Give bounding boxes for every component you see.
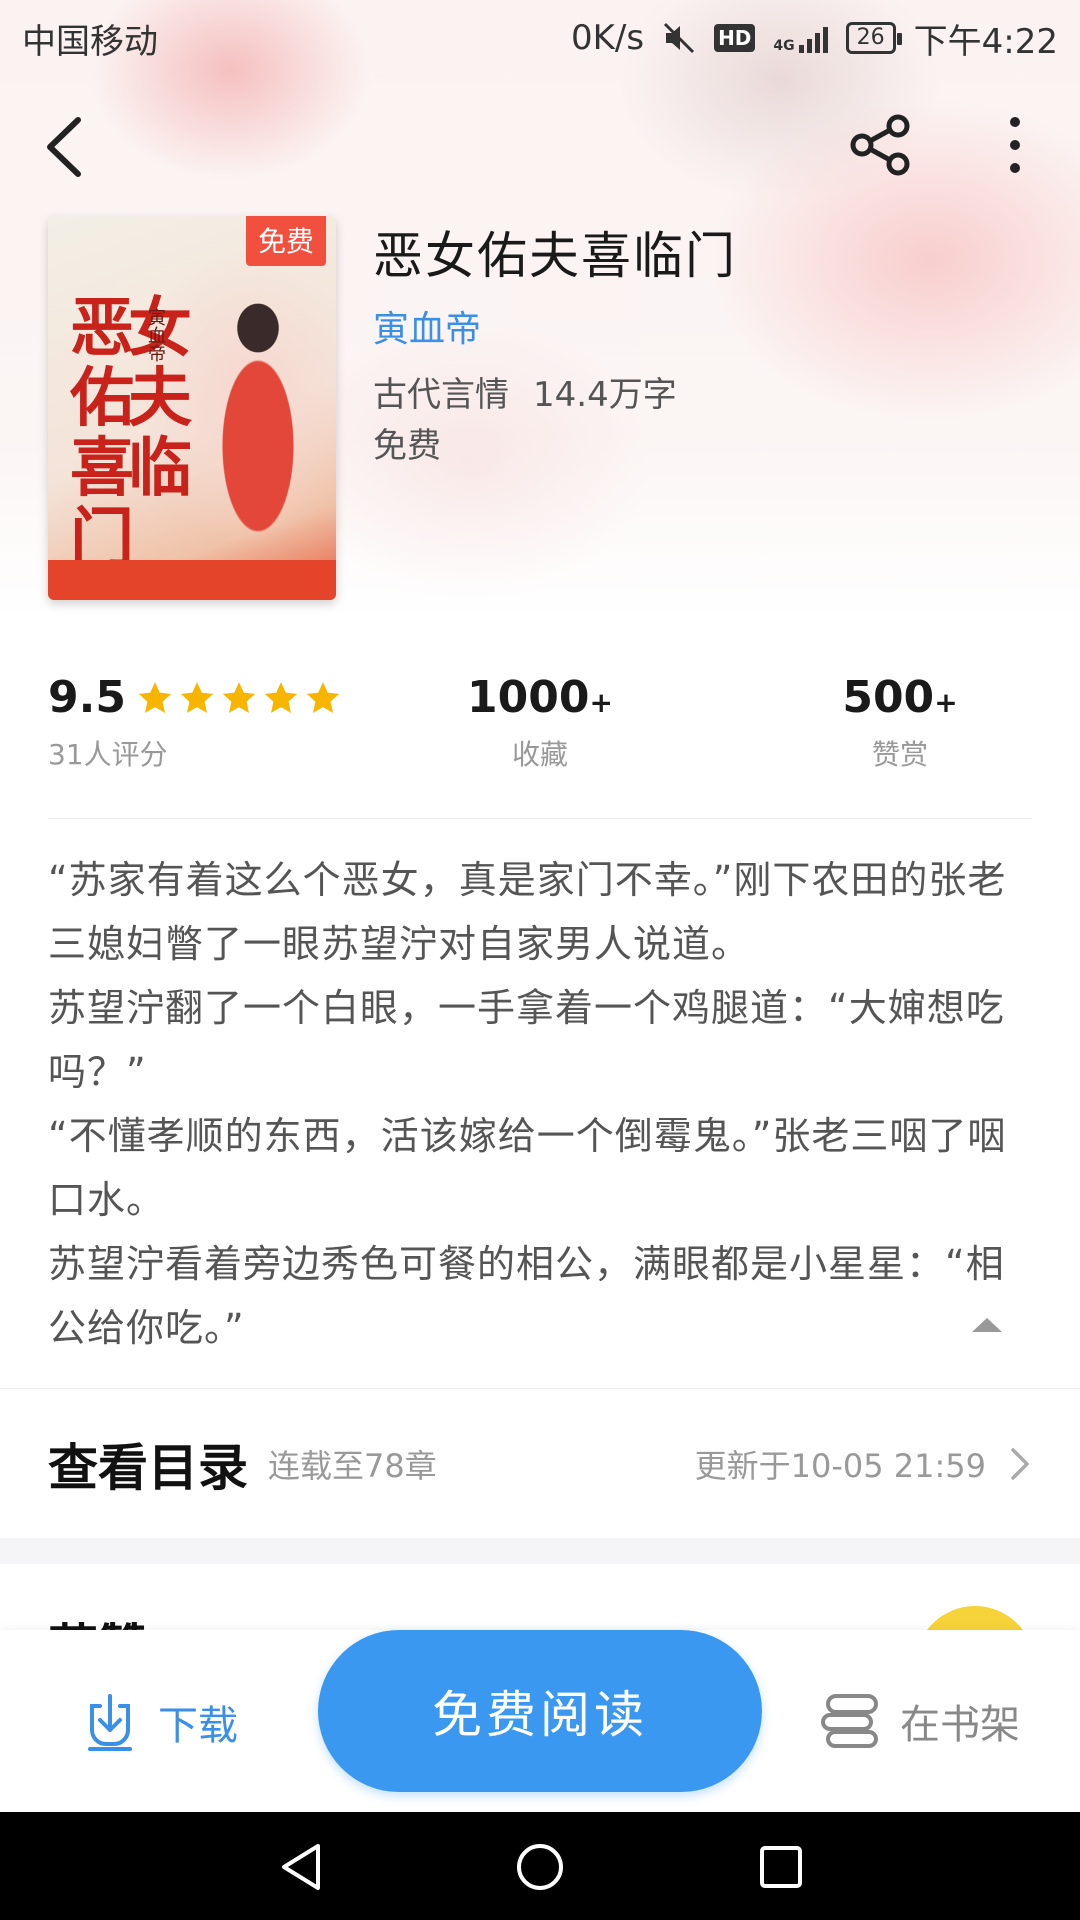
book-category: 古代言情 [373,375,509,415]
rating-score: 9.5 [48,672,126,723]
bookshelf-label: 在书架 [900,1702,1020,1748]
signal-icon [798,23,828,53]
rewards-block: 500+ 赞赏 [830,672,970,773]
divider [0,1388,1080,1389]
favorites-count: 1000 [467,672,590,723]
clock: 下午4:22 [913,21,1058,62]
share-icon[interactable] [848,112,914,178]
rating-stars [136,679,342,717]
intro-paragraph: 苏望泞看着旁边秀色可餐的相公，满眼都是小星星：“相公给你吃。” [48,1242,1005,1350]
next-section-title: 获赞 [48,1608,148,1632]
nav-back-icon[interactable] [278,1842,328,1892]
cover-footer [48,560,336,600]
bookshelf-icon [821,1694,878,1748]
intro-paragraph: “苏家有着这么个恶女，真是家门不幸。”刚下农田的张老三媳妇瞥了一眼苏望泞对自家男… [48,858,1007,966]
cover-title: 恶女佑夫喜临门 [70,291,192,576]
star-icon [222,681,256,713]
rewards-suffix: + [934,686,958,719]
carrier-label: 中国移动 [22,21,158,62]
intro-paragraph: 苏望泞翻了一个白眼，一手拿着一个鸡腿道：“大婶想吃吗？” [48,986,1005,1094]
book-title: 恶女佑夫喜临门 [373,227,737,285]
star-icon [306,681,340,713]
battery-icon: 26 [845,22,902,54]
cover-illustration [208,276,308,536]
more-icon[interactable] [990,112,1040,178]
toc-title: 查看目录 [48,1438,248,1497]
download-button[interactable]: 下载 [84,1692,238,1752]
network-speed: 0K/s [570,18,645,58]
toc-update-time: 更新于10-05 21:59 [694,1447,986,1485]
favorites-block: 1000+ 收藏 [460,672,620,773]
author-link[interactable]: 寅血帝 [373,300,481,352]
book-meta: 古代言情 14.4万字 [373,367,677,416]
collapse-arrow-icon[interactable] [972,1316,1002,1332]
mute-icon [664,22,695,54]
favorites-suffix: + [589,686,613,719]
rewards-label: 赞赏 [871,738,928,771]
book-cover[interactable]: 恶女佑夫喜临门 寅血帝 免费 [48,216,336,600]
free-read-button[interactable]: 免费阅读 [318,1630,762,1792]
toc-serial-status: 连载至78章 [268,1447,437,1485]
star-icon [138,681,172,713]
toc-row[interactable]: 查看目录 连载至78章 更新于10-05 21:59 [0,1390,1080,1538]
rating-count: 31人评分 [48,738,168,771]
nav-home-icon[interactable] [515,1842,565,1892]
star-icon [180,681,214,713]
divider [48,818,1032,819]
status-bar: 中国移动 0K/s HD 4G 26 下午4:22 [0,0,1080,76]
rewards-count: 500 [842,672,935,723]
download-icon [88,1694,132,1751]
rating-block[interactable]: 9.5 31人评分 [48,672,342,773]
hd-badge: HD [714,24,756,52]
star-icon [264,681,298,713]
word-count: 14.4万字 [533,375,677,415]
free-tag: 免费 [245,216,326,266]
back-icon[interactable] [38,112,98,182]
nav-recent-icon[interactable] [756,1842,806,1892]
intro-paragraph: “不懂孝顺的东西，活该嫁给一个倒霉鬼。”张老三咽了咽口水。 [48,1114,1007,1222]
download-label: 下载 [158,1703,238,1749]
cover-author: 寅血帝 [145,308,166,362]
bookshelf-button[interactable]: 在书架 [820,1692,1020,1750]
section-separator [0,1538,1080,1564]
chevron-right-icon [1011,1448,1029,1480]
system-nav-bar [0,1812,1080,1920]
book-price: 免费 [373,426,441,466]
favorites-label: 收藏 [511,738,568,771]
bottom-action-bar: 下载 免费阅读 在书架 [0,1630,1080,1810]
network-type: 4G [773,38,795,54]
book-intro[interactable]: “苏家有着这么个恶女，真是家门不幸。”刚下农田的张老三媳妇瞥了一眼苏望泞对自家男… [48,848,1038,1360]
